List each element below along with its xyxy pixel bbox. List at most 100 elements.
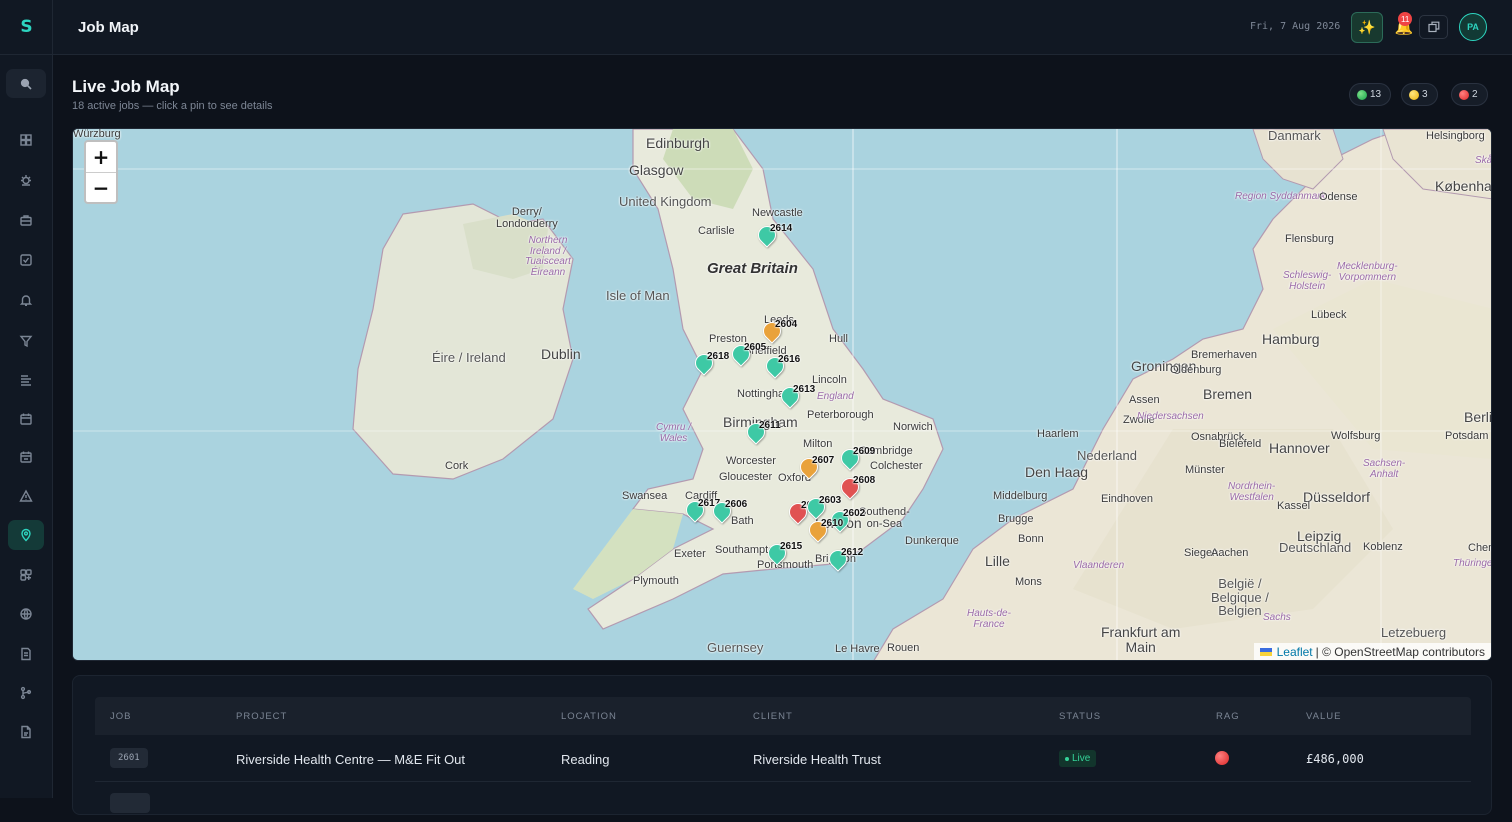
- briefcase-icon: [20, 215, 32, 226]
- job-value: £486,000: [1306, 752, 1364, 766]
- job-pin-2607[interactable]: 2607: [796, 454, 834, 482]
- col-job[interactable]: JOB: [110, 711, 131, 722]
- table-row[interactable]: [95, 782, 1471, 822]
- windows-button[interactable]: [1419, 15, 1448, 39]
- job-pin-label: 2602: [843, 508, 866, 519]
- map-place-label: Cymru / Wales: [656, 422, 691, 444]
- map-place-label: Düsseldorf: [1303, 489, 1370, 505]
- map-place-label: Oldenburg: [1170, 364, 1222, 376]
- sidebar-item-branch[interactable]: [8, 678, 44, 708]
- map-place-label: Carlisle: [698, 225, 735, 237]
- sidebar-item-filter[interactable]: [8, 326, 44, 356]
- job-pin-label: 2604: [775, 319, 798, 330]
- user-avatar[interactable]: PA: [1459, 13, 1487, 41]
- col-project[interactable]: PROJECT: [236, 711, 287, 722]
- job-pin-2614[interactable]: 2614: [754, 222, 792, 250]
- branch-icon: [20, 686, 32, 700]
- job-pin-2608[interactable]: 2608: [837, 474, 875, 502]
- sidebar-item-bell[interactable]: [8, 285, 44, 315]
- list-icon: [21, 375, 31, 386]
- rag-red-icon: [1215, 751, 1229, 765]
- map-place-label: Southend- on-Sea: [859, 506, 910, 530]
- job-pin-2601[interactable]: 2601: [785, 499, 823, 527]
- bell-icon: [19, 295, 33, 306]
- job-pin-label: 2606: [725, 499, 748, 510]
- attribution-text: | © OpenStreetMap contributors: [1315, 644, 1485, 659]
- col-status[interactable]: STATUS: [1059, 711, 1101, 722]
- map-place-label: Dublin: [541, 346, 581, 362]
- sidebar-item-checkbox[interactable]: [8, 245, 44, 275]
- sidebar-item-list[interactable]: [8, 365, 44, 395]
- map-place-label: Koblenz: [1363, 541, 1403, 553]
- filter-icon: [19, 335, 33, 348]
- sidebar-item-bug[interactable]: [8, 165, 44, 195]
- sidebar-item-document[interactable]: [8, 639, 44, 669]
- rag-green-count[interactable]: 13: [1349, 83, 1392, 106]
- job-pin-label: 2612: [841, 547, 864, 558]
- map-place-label: Mecklenburg- Vorpommern: [1337, 261, 1398, 283]
- job-map[interactable]: Edinburgh Glasgow United Kingdom Newcastle C…: [72, 128, 1492, 661]
- job-pin-2609[interactable]: 2609: [837, 445, 875, 473]
- app-logo[interactable]: S: [0, 0, 53, 55]
- rag-amber-count[interactable]: 3: [1401, 83, 1438, 106]
- sidebar-item-calendar[interactable]: [8, 404, 44, 434]
- sidebar-item-calendar-alt[interactable]: [8, 442, 44, 472]
- jobs-table-card: JOB PROJECT LOCATION CLIENT STATUS RAG V…: [72, 675, 1492, 815]
- job-pin-label: 2611: [759, 420, 781, 431]
- map-place-label: Bonn: [1018, 533, 1044, 545]
- sidebar-item-globe[interactable]: [8, 599, 44, 629]
- leaflet-link[interactable]: Leaflet: [1277, 645, 1313, 659]
- job-pin-2615[interactable]: 2615: [764, 540, 802, 568]
- map-place-label: Northern Ireland / Tuaisceart Éireann: [525, 235, 571, 278]
- sidebar-item-file[interactable]: [8, 717, 44, 747]
- zoom-in-button[interactable]: +: [86, 142, 116, 172]
- map-place-label: Guernsey: [707, 640, 764, 655]
- rag-amber-count-label: 3: [1422, 89, 1428, 100]
- job-pin-2606[interactable]: 2606: [709, 498, 747, 526]
- map-place-label: Derry/ Londonderry: [496, 206, 558, 230]
- red-dot-icon: [1459, 89, 1469, 100]
- map-place-label: Danmark: [1268, 128, 1321, 143]
- sidebar-item-dashboard[interactable]: [8, 125, 44, 155]
- sidebar-item-apps[interactable]: [8, 560, 44, 590]
- search-icon: [20, 78, 32, 90]
- map-place-label: Nordrhein- Westfalen: [1228, 481, 1276, 503]
- job-pin-2605[interactable]: 2605: [728, 341, 766, 369]
- job-pin-2617[interactable]: 2617: [682, 497, 720, 525]
- sidebar-item-warning[interactable]: [8, 481, 44, 511]
- map-place-label: Hamburg: [1262, 331, 1320, 347]
- col-location[interactable]: LOCATION: [561, 711, 617, 722]
- job-pin-2613[interactable]: 2613: [777, 383, 815, 411]
- map-place-label: Wolfsburg: [1331, 430, 1381, 442]
- map-place-label: Hauts-de- France: [967, 608, 1011, 630]
- job-pin-2611[interactable]: 2611: [743, 419, 781, 447]
- job-pin-label: 2603: [819, 495, 842, 506]
- job-pin-2610[interactable]: 2610: [805, 517, 843, 545]
- map-place-label: Worcester: [726, 455, 776, 467]
- sidebar-item-map-pin[interactable]: [8, 520, 44, 550]
- map-place-label: Helsingborg: [1426, 130, 1485, 142]
- zoom-out-button[interactable]: −: [86, 172, 116, 202]
- zoom-control: + −: [84, 140, 118, 204]
- rag-red-count[interactable]: 2: [1451, 83, 1488, 106]
- sidebar-item-briefcase[interactable]: [8, 205, 44, 235]
- map-pin-icon: [21, 528, 31, 542]
- col-client[interactable]: CLIENT: [753, 711, 793, 722]
- amber-dot-icon: [1409, 89, 1419, 100]
- job-pin-2612[interactable]: 2612: [825, 546, 863, 574]
- job-pin-label: 2618: [707, 351, 730, 362]
- sidebar: S: [0, 0, 53, 798]
- map-place-label: Exeter: [674, 548, 706, 560]
- map-place-label: Peterborough: [807, 409, 874, 421]
- job-pin-2616[interactable]: 2616: [762, 353, 800, 381]
- ai-assistant-button[interactable]: ✨: [1351, 12, 1383, 43]
- map-place-label: Plymouth: [633, 575, 679, 587]
- col-value[interactable]: VALUE: [1306, 711, 1341, 722]
- warning-icon: [19, 489, 33, 502]
- job-pin-2618[interactable]: 2618: [691, 350, 729, 378]
- map-place-label: Thüringen: [1453, 558, 1492, 569]
- search-button[interactable]: [6, 69, 46, 98]
- col-rag[interactable]: RAG: [1216, 711, 1240, 722]
- topbar: Job Map Fri, 7 Aug 2026 ✨ 🔔 11 PA: [53, 0, 1512, 55]
- table-row[interactable]: 2601 Riverside Health Centre — M&E Fit O…: [95, 735, 1471, 782]
